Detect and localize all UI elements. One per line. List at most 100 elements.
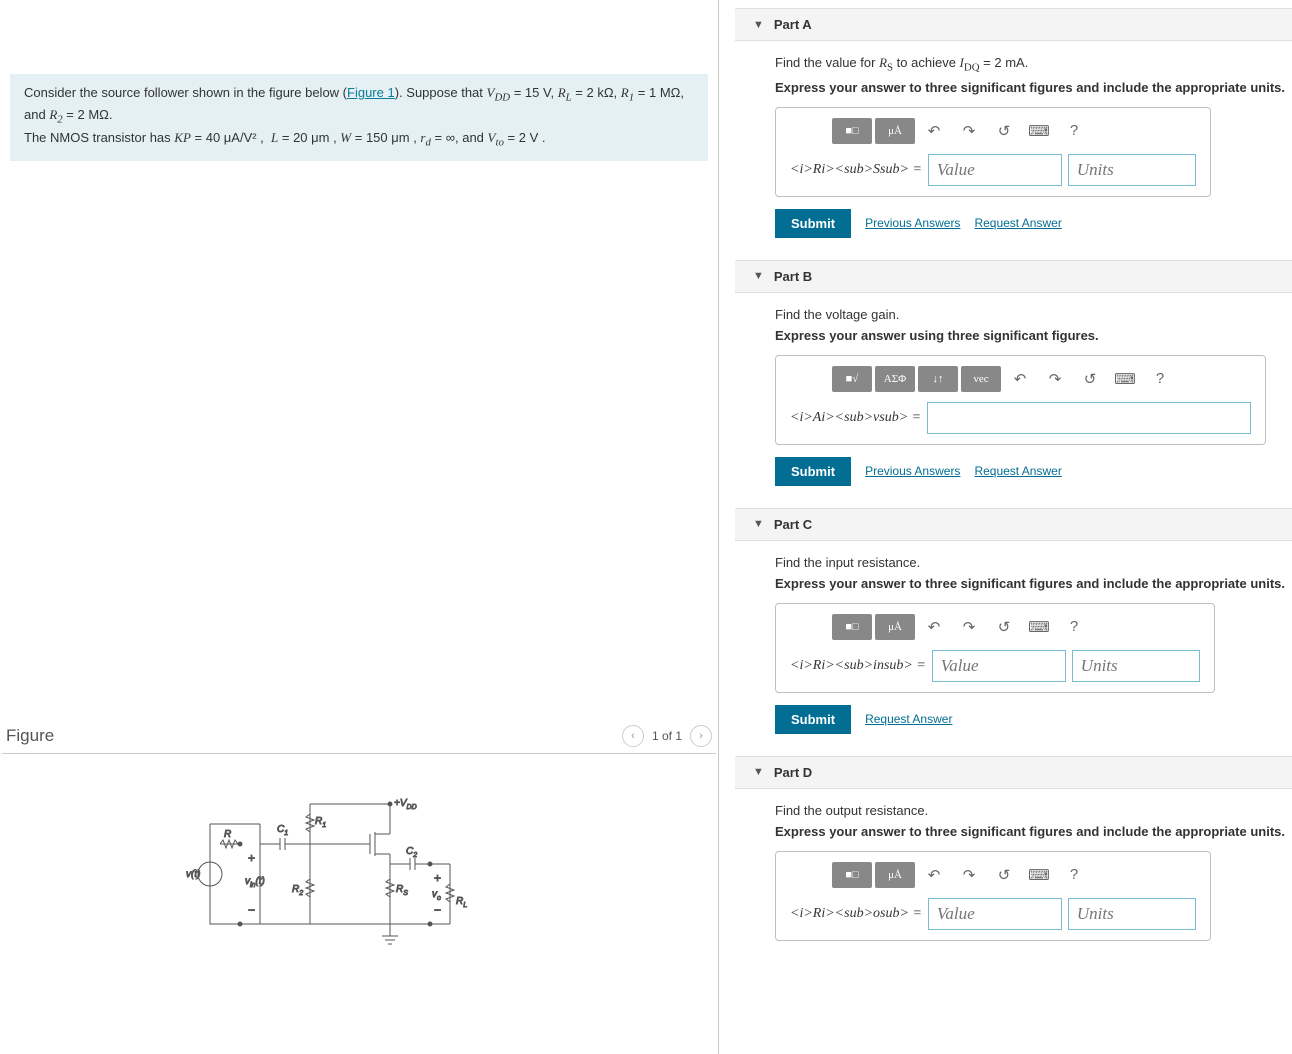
part-B-link-1[interactable]: Request Answer bbox=[974, 464, 1061, 478]
units-toolicon-4[interactable]: ? bbox=[1058, 614, 1090, 640]
units-toolbar: ■□μÅ↶↷↺⌨? bbox=[832, 118, 1196, 144]
units-toolicon-4[interactable]: ? bbox=[1058, 118, 1090, 144]
intro-text-3: The NMOS transistor has bbox=[24, 130, 174, 145]
units-toolicon-2[interactable]: ↺ bbox=[988, 118, 1020, 144]
figure-title: Figure bbox=[6, 726, 54, 746]
units-toolicon-2[interactable]: ↺ bbox=[988, 614, 1020, 640]
intro-text-2: ). Suppose that bbox=[395, 85, 487, 100]
part-A-link-1[interactable]: Request Answer bbox=[974, 216, 1061, 230]
units-toolicon-1[interactable]: ↷ bbox=[953, 614, 985, 640]
expr-toolicon-4[interactable]: ? bbox=[1144, 366, 1176, 392]
input-panel: ■□μÅ↶↷↺⌨? <i>Ri><sub>insub> = bbox=[775, 603, 1215, 693]
units-toolicon-3[interactable]: ⌨ bbox=[1023, 614, 1055, 640]
part-B-link-0[interactable]: Previous Answers bbox=[865, 464, 960, 478]
svg-text:RL: RL bbox=[456, 896, 467, 909]
part-B-prompt: Find the voltage gain. bbox=[775, 307, 1292, 322]
units-tool-1[interactable]: μÅ bbox=[875, 862, 915, 888]
part-C-value-input[interactable] bbox=[932, 650, 1066, 682]
caret-down-icon: ▼ bbox=[753, 270, 764, 282]
part-B-expr-input[interactable] bbox=[927, 402, 1251, 434]
expr-tool-1[interactable]: ΑΣΦ bbox=[875, 366, 915, 392]
part-C-symbol: <i>Ri><sub>insub> = bbox=[790, 658, 926, 674]
part-C-header[interactable]: ▼ Part C bbox=[735, 508, 1292, 541]
expr-toolicon-3[interactable]: ⌨ bbox=[1109, 366, 1141, 392]
expr-toolicon-2[interactable]: ↺ bbox=[1074, 366, 1106, 392]
part-D-prompt: Find the output resistance. bbox=[775, 803, 1292, 818]
part-C-submit-button[interactable]: Submit bbox=[775, 705, 851, 734]
expr-toolicon-0[interactable]: ↶ bbox=[1004, 366, 1036, 392]
svg-text:R: R bbox=[224, 829, 231, 840]
units-tool-0[interactable]: ■□ bbox=[832, 614, 872, 640]
units-toolicon-0[interactable]: ↶ bbox=[918, 118, 950, 144]
svg-text:C1: C1 bbox=[277, 824, 288, 837]
units-toolicon-2[interactable]: ↺ bbox=[988, 862, 1020, 888]
part-A-symbol: <i>Ri><sub>Ssub> = bbox=[790, 162, 922, 178]
part-A-instruction: Express your answer to three significant… bbox=[775, 80, 1292, 95]
part-C-title: Part C bbox=[774, 517, 812, 532]
part-C-instruction: Express your answer to three significant… bbox=[775, 576, 1292, 591]
expr-tool-0[interactable]: ■√ bbox=[832, 366, 872, 392]
expr-tool-2[interactable]: ↓↑ bbox=[918, 366, 958, 392]
units-tool-1[interactable]: μÅ bbox=[875, 614, 915, 640]
units-tool-0[interactable]: ■□ bbox=[832, 862, 872, 888]
part-B-submit-button[interactable]: Submit bbox=[775, 457, 851, 486]
part-B-instruction: Express your answer using three signific… bbox=[775, 328, 1292, 343]
part-B-title: Part B bbox=[774, 269, 812, 284]
units-tool-1[interactable]: μÅ bbox=[875, 118, 915, 144]
svg-text:+VDD: +VDD bbox=[394, 798, 417, 811]
input-panel: ■□μÅ↶↷↺⌨? <i>Ri><sub>osub> = bbox=[775, 851, 1211, 941]
part-D-title: Part D bbox=[774, 765, 812, 780]
caret-down-icon: ▼ bbox=[753, 19, 764, 31]
part-A-prompt: Find the value for RS to achieve IDQ = 2… bbox=[775, 55, 1292, 74]
part-D-value-input[interactable] bbox=[928, 898, 1062, 930]
input-panel: ■√ΑΣΦ↓↑vec↶↷↺⌨? <i>Ai><sub>vsub> = bbox=[775, 355, 1266, 445]
svg-text:v(t): v(t) bbox=[186, 869, 200, 880]
part-A-value-input[interactable] bbox=[928, 154, 1062, 186]
part-B-symbol: <i>Ai><sub>vsub> = bbox=[790, 410, 921, 426]
expr-tool-3[interactable]: vec bbox=[961, 366, 1001, 392]
units-toolicon-1[interactable]: ↷ bbox=[953, 862, 985, 888]
figure-pager-label: 1 of 1 bbox=[652, 729, 682, 743]
part-C-link-0[interactable]: Request Answer bbox=[865, 712, 952, 726]
caret-down-icon: ▼ bbox=[753, 766, 764, 778]
input-panel: ■□μÅ↶↷↺⌨? <i>Ri><sub>Ssub> = bbox=[775, 107, 1211, 197]
svg-text:vin(t): vin(t) bbox=[245, 876, 265, 889]
part-D-header[interactable]: ▼ Part D bbox=[735, 756, 1292, 789]
units-tool-0[interactable]: ■□ bbox=[832, 118, 872, 144]
part-C-units-input[interactable] bbox=[1072, 650, 1200, 682]
part-B-header[interactable]: ▼ Part B bbox=[735, 260, 1292, 293]
circuit-diagram: v(t) R + vin(t) − bbox=[180, 784, 500, 964]
units-toolicon-0[interactable]: ↶ bbox=[918, 862, 950, 888]
svg-text:vo: vo bbox=[432, 889, 441, 902]
intro-text-1: Consider the source follower shown in th… bbox=[24, 85, 347, 100]
figure-prev-button[interactable]: ‹ bbox=[622, 725, 644, 747]
figure-next-button[interactable]: › bbox=[690, 725, 712, 747]
svg-text:C2: C2 bbox=[406, 846, 417, 859]
caret-down-icon: ▼ bbox=[753, 518, 764, 530]
part-A-submit-button[interactable]: Submit bbox=[775, 209, 851, 238]
expr-toolicon-1[interactable]: ↷ bbox=[1039, 366, 1071, 392]
part-D: ▼ Part DFind the output resistance.Expre… bbox=[735, 756, 1292, 955]
units-toolicon-0[interactable]: ↶ bbox=[918, 614, 950, 640]
part-A-units-input[interactable] bbox=[1068, 154, 1196, 186]
units-toolicon-3[interactable]: ⌨ bbox=[1023, 862, 1055, 888]
units-toolicon-4[interactable]: ? bbox=[1058, 862, 1090, 888]
svg-text:R1: R1 bbox=[315, 816, 326, 829]
units-toolbar: ■□μÅ↶↷↺⌨? bbox=[832, 614, 1200, 640]
part-D-units-input[interactable] bbox=[1068, 898, 1196, 930]
units-toolbar: ■□μÅ↶↷↺⌨? bbox=[832, 862, 1196, 888]
svg-text:RS: RS bbox=[396, 884, 408, 897]
svg-text:−: − bbox=[248, 903, 255, 917]
part-A: ▼ Part A Find the value for RS to achieve… bbox=[735, 8, 1292, 252]
part-A-link-0[interactable]: Previous Answers bbox=[865, 216, 960, 230]
part-C: ▼ Part C Find the input resistance. Expres… bbox=[735, 508, 1292, 748]
svg-text:R2: R2 bbox=[292, 884, 303, 897]
figure-link[interactable]: Figure 1 bbox=[347, 85, 395, 100]
part-C-prompt: Find the input resistance. bbox=[775, 555, 1292, 570]
units-toolicon-1[interactable]: ↷ bbox=[953, 118, 985, 144]
problem-intro: Consider the source follower shown in th… bbox=[10, 74, 708, 161]
units-toolicon-3[interactable]: ⌨ bbox=[1023, 118, 1055, 144]
svg-text:+: + bbox=[434, 871, 441, 885]
part-A-header[interactable]: ▼ Part A bbox=[735, 8, 1292, 41]
part-D-symbol: <i>Ri><sub>osub> = bbox=[790, 906, 922, 922]
